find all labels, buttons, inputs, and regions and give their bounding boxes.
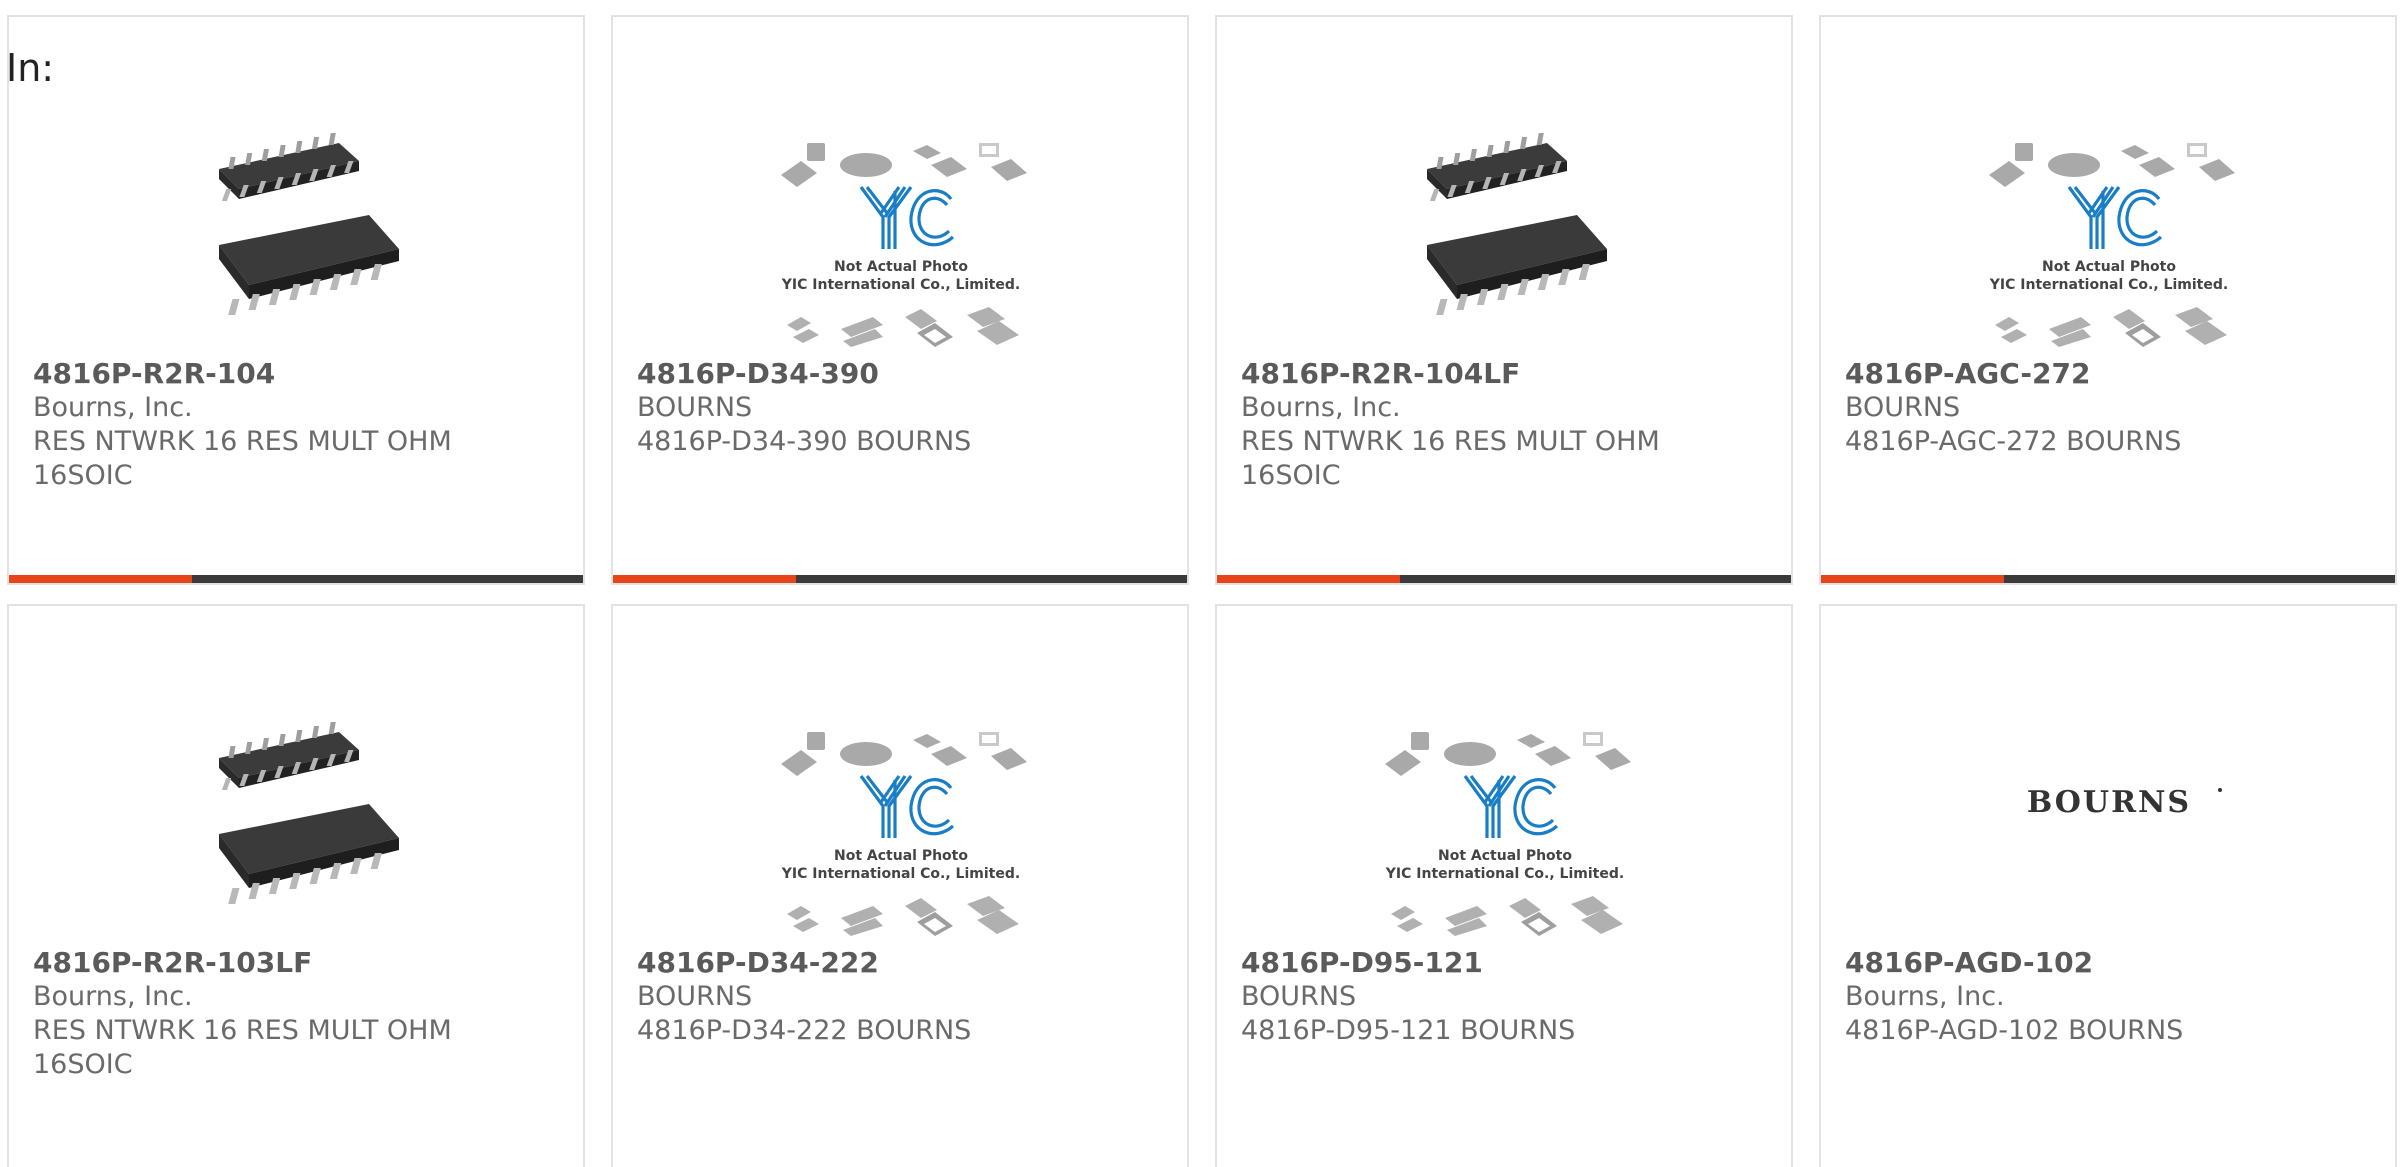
part-number[interactable]: 4816P-AGC-272 — [1845, 357, 2365, 391]
description: RES NTWRK 16 RES MULT OHM 16SOIC — [33, 1015, 452, 1080]
product-image[interactable] — [1367, 95, 1643, 361]
product-image[interactable] — [159, 684, 435, 950]
card-bottom-bar — [1821, 575, 2395, 583]
manufacturer: Bourns, Inc. — [1845, 981, 2005, 1012]
card-bottom-accent — [613, 575, 796, 583]
description: 4816P-D34-390 BOURNS — [637, 426, 972, 457]
part-number[interactable]: 4816P-D34-222 — [637, 946, 1157, 980]
card-bottom-bar — [9, 575, 583, 583]
product-card[interactable]: 4816P-R2R-104LF Bourns, Inc. RES NTWRK 1… — [1215, 15, 1793, 585]
description: 4816P-AGD-102 BOURNS — [1845, 1015, 2184, 1046]
product-card[interactable]: 4816P-D34-222 BOURNS 4816P-D34-222 BOURN… — [611, 604, 1189, 1167]
product-card[interactable]: 4816P-R2R-103LF Bourns, Inc. RES NTWRK 1… — [7, 604, 585, 1167]
search-results-grid: In: 4816P-R2R-104 Bourns, Inc. RES NTWRK… — [0, 0, 2400, 1167]
product-card[interactable]: 4816P-AGC-272 BOURNS 4816P-AGC-272 BOURN… — [1819, 15, 2397, 585]
product-card[interactable]: 4816P-D34-390 BOURNS 4816P-D34-390 BOURN… — [611, 15, 1189, 585]
product-card[interactable]: 4816P-AGD-102 Bourns, Inc. 4816P-AGD-102… — [1819, 604, 2397, 1167]
part-number[interactable]: 4816P-R2R-104 — [33, 357, 553, 391]
part-number[interactable]: 4816P-AGD-102 — [1845, 946, 2365, 980]
description: RES NTWRK 16 RES MULT OHM 16SOIC — [33, 426, 452, 491]
description: 4816P-D34-222 BOURNS — [637, 1015, 972, 1046]
product-card[interactable]: 4816P-D95-121 BOURNS 4816P-D95-121 BOURN… — [1215, 604, 1793, 1167]
product-image[interactable] — [1367, 684, 1643, 950]
product-image[interactable] — [159, 95, 435, 361]
manufacturer: BOURNS — [1845, 392, 1961, 423]
product-image[interactable] — [763, 95, 1039, 361]
part-number[interactable]: 4816P-D95-121 — [1241, 946, 1761, 980]
manufacturer: BOURNS — [637, 981, 753, 1012]
card-bottom-accent — [1217, 575, 1400, 583]
manufacturer: BOURNS — [637, 392, 753, 423]
description: 4816P-D95-121 BOURNS — [1241, 1015, 1576, 1046]
product-card[interactable]: 4816P-R2R-104 Bourns, Inc. RES NTWRK 16 … — [7, 15, 585, 585]
description: RES NTWRK 16 RES MULT OHM 16SOIC — [1241, 426, 1660, 491]
part-number[interactable]: 4816P-R2R-104LF — [1241, 357, 1761, 391]
manufacturer: Bourns, Inc. — [33, 981, 193, 1012]
card-bottom-accent — [9, 575, 192, 583]
product-image[interactable] — [1971, 684, 2247, 950]
manufacturer: Bourns, Inc. — [1241, 392, 1401, 423]
product-image[interactable] — [763, 684, 1039, 950]
card-bottom-accent — [1821, 575, 2004, 583]
filter-in-label: In: — [6, 46, 55, 90]
card-bottom-bar — [613, 575, 1187, 583]
part-number[interactable]: 4816P-D34-390 — [637, 357, 1157, 391]
card-bottom-bar — [1217, 575, 1791, 583]
product-image[interactable] — [1971, 95, 2247, 361]
manufacturer: BOURNS — [1241, 981, 1357, 1012]
part-number[interactable]: 4816P-R2R-103LF — [33, 946, 553, 980]
description: 4816P-AGC-272 BOURNS — [1845, 426, 2182, 457]
manufacturer: Bourns, Inc. — [33, 392, 193, 423]
